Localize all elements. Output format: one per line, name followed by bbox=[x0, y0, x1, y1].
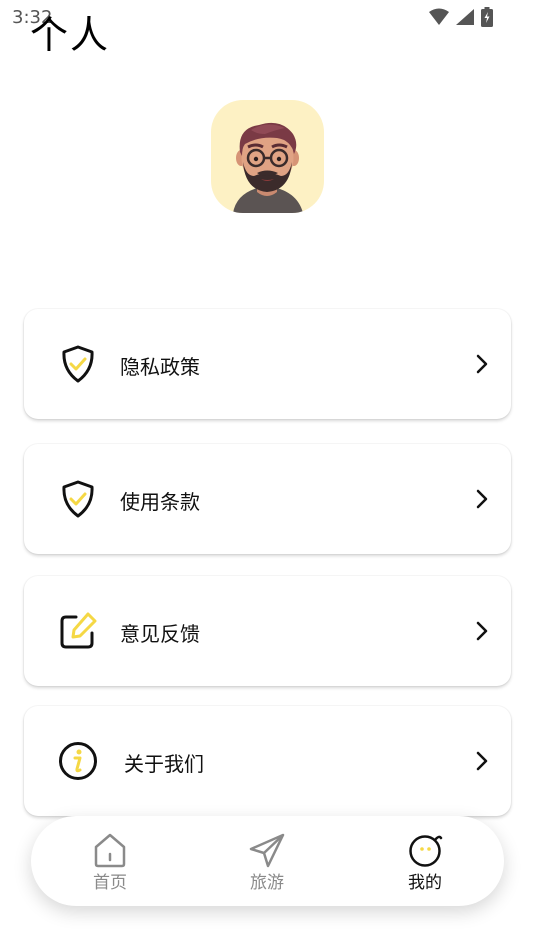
menu-item-terms[interactable]: 使用条款 bbox=[24, 444, 511, 554]
shield-check-icon bbox=[62, 345, 94, 383]
avatar[interactable] bbox=[211, 100, 324, 213]
edit-icon bbox=[60, 612, 97, 649]
page-title: 个人 bbox=[30, 13, 111, 57]
bottom-nav: 首页 旅游 我的 bbox=[31, 816, 504, 906]
nav-label-mine: 我的 bbox=[408, 873, 442, 893]
chevron-right-icon bbox=[476, 621, 488, 641]
nav-label-travel: 旅游 bbox=[250, 873, 284, 893]
paper-plane-icon bbox=[249, 833, 285, 868]
chevron-right-icon bbox=[476, 489, 488, 509]
shield-check-icon bbox=[62, 480, 94, 518]
nav-item-mine[interactable]: 我的 bbox=[385, 832, 465, 893]
menu-label-about: 关于我们 bbox=[124, 752, 204, 776]
menu-label-privacy: 隐私政策 bbox=[120, 355, 200, 379]
signal-icon bbox=[456, 9, 474, 25]
wifi-icon bbox=[429, 8, 449, 25]
chevron-right-icon bbox=[476, 354, 488, 374]
menu-item-privacy[interactable]: 隐私政策 bbox=[24, 309, 511, 419]
battery-icon bbox=[481, 7, 493, 27]
home-icon bbox=[94, 833, 126, 868]
menu-label-feedback: 意见反馈 bbox=[120, 622, 200, 646]
nav-item-home[interactable]: 首页 bbox=[70, 832, 150, 893]
chevron-right-icon bbox=[476, 751, 488, 771]
nav-item-travel[interactable]: 旅游 bbox=[227, 832, 307, 893]
face-icon bbox=[409, 835, 443, 867]
info-icon bbox=[59, 742, 97, 780]
avatar-illustration bbox=[233, 122, 303, 213]
menu-label-terms: 使用条款 bbox=[120, 490, 200, 514]
status-icons bbox=[429, 7, 493, 27]
menu-item-feedback[interactable]: 意见反馈 bbox=[24, 576, 511, 686]
menu-item-about[interactable]: 关于我们 bbox=[24, 706, 511, 816]
nav-label-home: 首页 bbox=[93, 873, 127, 893]
